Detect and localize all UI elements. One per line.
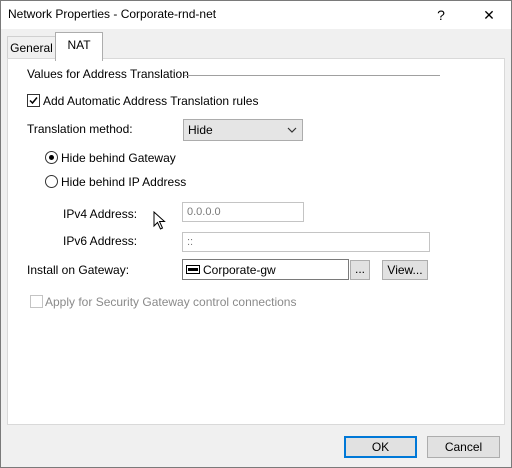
section-divider <box>184 75 440 76</box>
title-bar: Network Properties - Corporate-rnd-net ?… <box>1 1 511 29</box>
ipv6-label: IPv6 Address: <box>63 234 138 248</box>
ipv4-field[interactable]: 0.0.0.0 <box>182 202 304 222</box>
mouse-pointer-icon <box>153 211 166 230</box>
install-gateway-field[interactable]: Corporate-gw <box>182 259 349 280</box>
install-gateway-value: Corporate-gw <box>203 263 276 277</box>
ipv4-label: IPv4 Address: <box>63 207 138 221</box>
tab-general[interactable]: General <box>7 36 56 59</box>
auto-rules-checkbox[interactable] <box>27 94 40 107</box>
apply-sg-checkbox[interactable] <box>30 295 43 308</box>
nat-panel: Values for Address Translation Add Autom… <box>7 58 505 425</box>
install-label: Install on Gateway: <box>27 263 130 277</box>
method-select[interactable]: Hide <box>183 119 303 141</box>
ipv6-value: :: <box>187 236 194 248</box>
checkmark-icon <box>29 97 38 105</box>
close-button[interactable]: ✕ <box>469 1 509 29</box>
apply-sg-label: Apply for Security Gateway control conne… <box>45 295 297 309</box>
ipv6-field[interactable]: :: <box>182 232 430 252</box>
chevron-down-icon <box>287 127 297 133</box>
browse-gateway-button[interactable]: ... <box>350 260 370 280</box>
window-title: Network Properties - Corporate-rnd-net <box>8 7 217 21</box>
radio-hide-gateway[interactable] <box>45 151 58 164</box>
auto-rules-label: Add Automatic Address Translation rules <box>43 94 259 108</box>
section-title: Values for Address Translation <box>27 67 189 81</box>
radio-hide-ip-label: Hide behind IP Address <box>61 175 187 189</box>
help-button[interactable]: ? <box>421 1 461 29</box>
ipv4-value: 0.0.0.0 <box>187 206 221 218</box>
tab-strip: General NAT <box>1 29 511 61</box>
cancel-button[interactable]: Cancel <box>427 436 500 458</box>
radio-hide-ip[interactable] <box>45 175 58 188</box>
gateway-icon <box>186 265 200 274</box>
tab-nat[interactable]: NAT <box>55 32 103 61</box>
method-label: Translation method: <box>27 122 133 136</box>
ok-button[interactable]: OK <box>344 436 417 458</box>
dialog-window: Network Properties - Corporate-rnd-net ?… <box>0 0 512 468</box>
radio-hide-gateway-label: Hide behind Gateway <box>61 151 176 165</box>
view-gateway-button[interactable]: View... <box>382 260 428 280</box>
method-select-value: Hide <box>188 123 213 137</box>
